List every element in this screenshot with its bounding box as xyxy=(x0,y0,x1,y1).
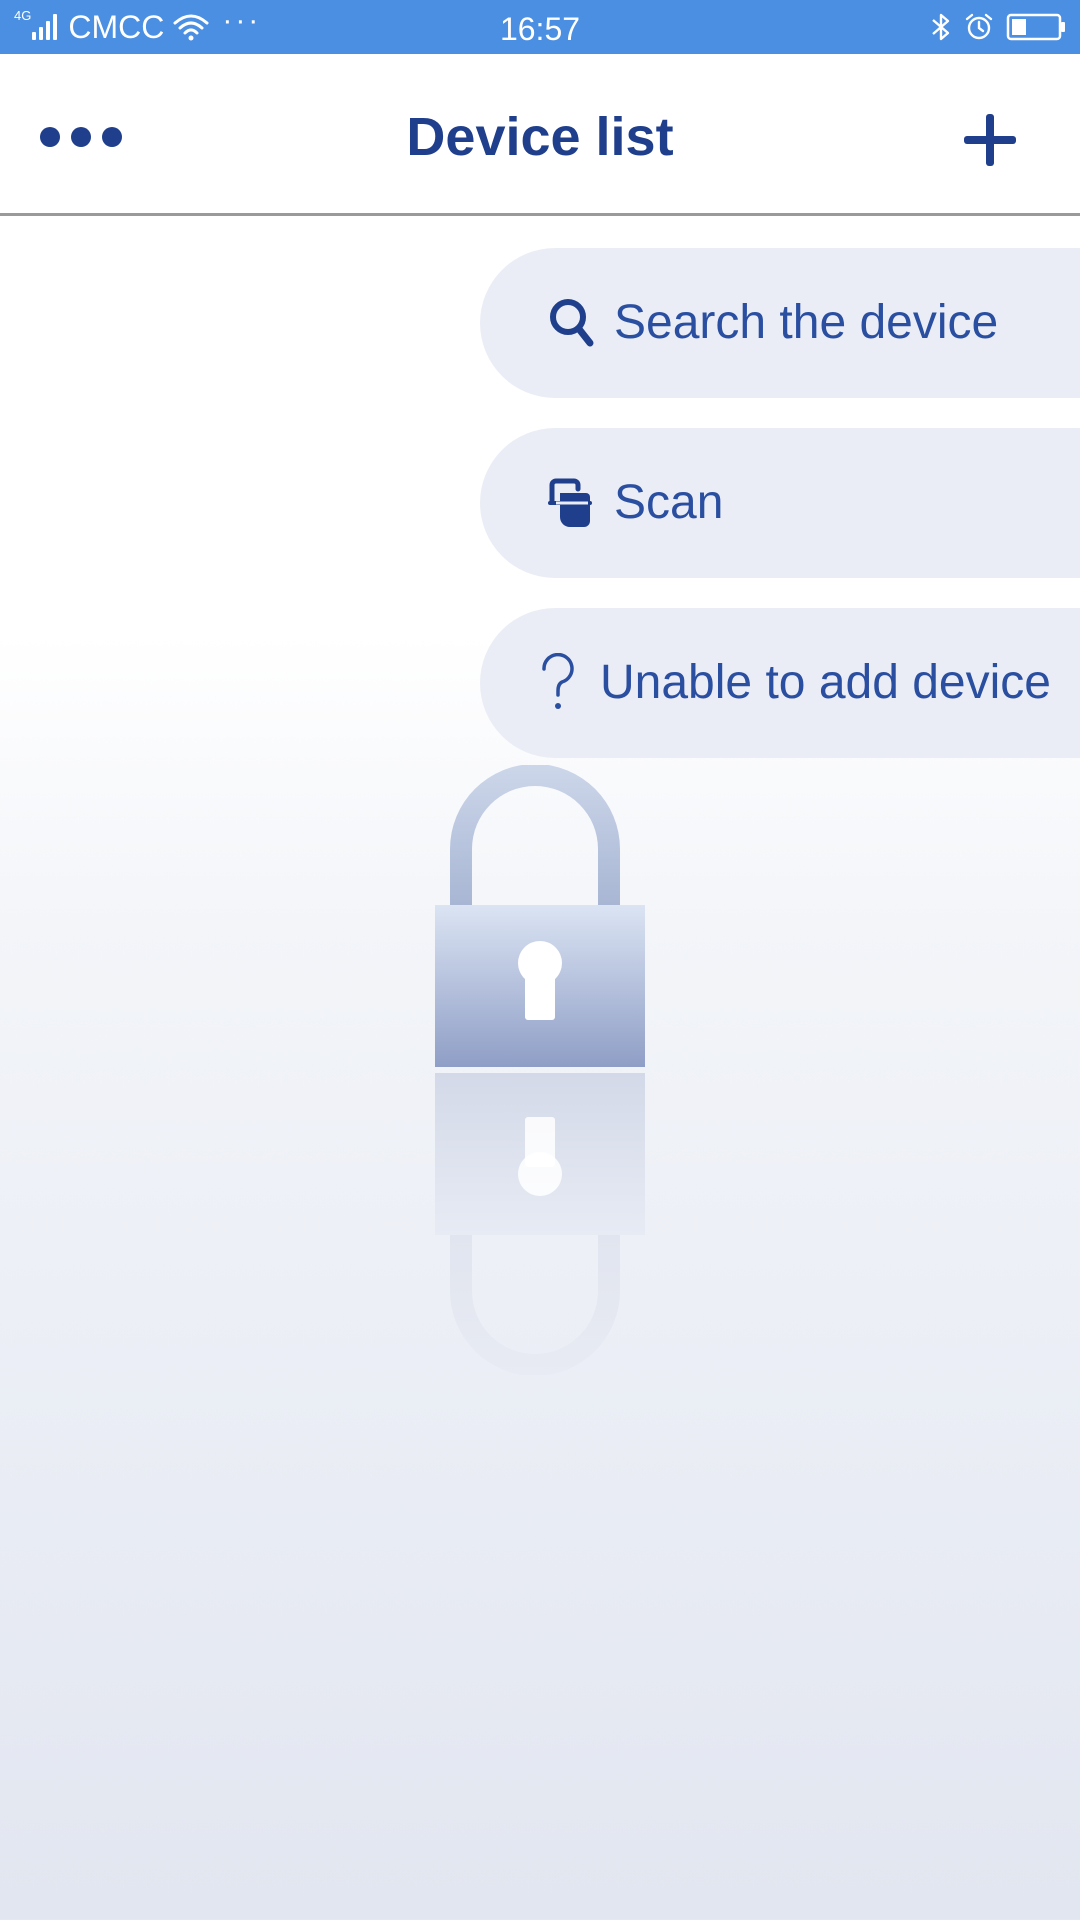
plus-icon xyxy=(964,114,1016,166)
menu-item-label: Search the device xyxy=(614,296,999,349)
search-icon xyxy=(548,248,596,398)
lock-illustration xyxy=(435,765,645,1375)
app-header: Device list xyxy=(0,54,1080,216)
status-bar-right xyxy=(918,0,1066,54)
status-bar: 4G CMCC ··· 16:57 xyxy=(0,0,1080,54)
menu-item-label: Scan xyxy=(614,476,724,529)
page-title: Device list xyxy=(406,107,674,167)
menu-item-label: Unable to add device xyxy=(600,656,1051,709)
bluetooth-icon xyxy=(932,13,950,41)
question-icon xyxy=(538,608,578,758)
menu-item-unable-to-add[interactable]: Unable to add device xyxy=(480,608,1080,758)
menu-item-scan[interactable]: Scan xyxy=(480,428,1080,578)
add-device-button[interactable] xyxy=(960,110,1020,170)
scan-icon xyxy=(546,428,594,578)
battery-icon xyxy=(1006,13,1065,41)
menu-item-search-device[interactable]: Search the device xyxy=(480,248,1080,398)
alarm-icon xyxy=(965,13,993,40)
